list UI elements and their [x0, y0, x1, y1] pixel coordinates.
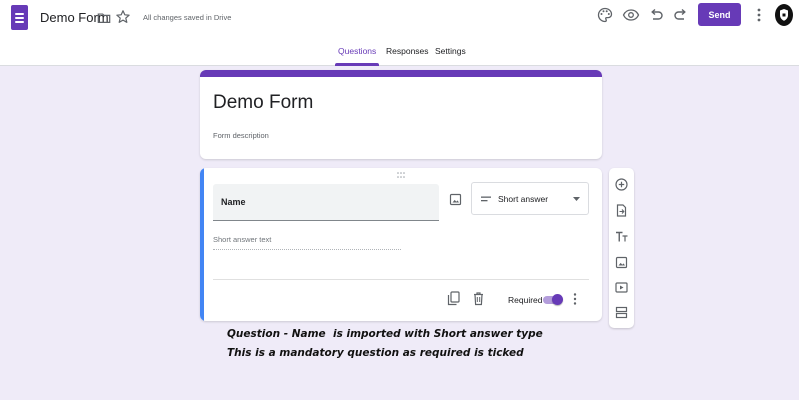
- annotation-line-2: This is a mandatory question as required…: [227, 347, 524, 359]
- add-video-icon[interactable]: [615, 281, 628, 294]
- palette-icon[interactable]: [596, 6, 614, 24]
- avatar-shield-icon: [780, 9, 788, 21]
- add-question-icon[interactable]: [615, 178, 628, 191]
- annotation-line-1: Question - Name is imported with Short a…: [227, 328, 543, 340]
- redo-icon[interactable]: [672, 6, 690, 24]
- delete-icon[interactable]: [472, 291, 485, 306]
- title-card-accent: [200, 70, 602, 77]
- toggle-knob: [552, 294, 563, 305]
- answer-placeholder: Short answer text: [213, 235, 272, 244]
- tab-responses[interactable]: Responses: [386, 46, 429, 56]
- save-status: All changes saved in Drive: [143, 13, 232, 22]
- drag-handle-icon[interactable]: [396, 171, 406, 179]
- send-button[interactable]: Send: [698, 3, 741, 26]
- import-questions-icon[interactable]: [615, 204, 628, 217]
- form-description-field[interactable]: Form description: [213, 131, 269, 140]
- question-more-icon[interactable]: [572, 292, 578, 306]
- add-section-icon[interactable]: [615, 306, 628, 319]
- undo-icon[interactable]: [647, 6, 665, 24]
- required-toggle[interactable]: [543, 294, 563, 305]
- top-bar: Demo Form All changes saved in Drive Sen…: [0, 0, 799, 66]
- question-title-text: Name: [221, 197, 246, 207]
- add-title-icon[interactable]: [615, 230, 628, 243]
- required-label: Required: [508, 295, 543, 305]
- question-type-select[interactable]: Short answer: [471, 182, 589, 215]
- side-toolbar: [609, 168, 634, 328]
- answer-underline: [213, 249, 401, 250]
- short-text-icon: [481, 196, 491, 202]
- active-tab-indicator: [335, 63, 379, 66]
- folder-icon[interactable]: [97, 11, 111, 25]
- more-vert-icon[interactable]: [754, 6, 764, 24]
- card-divider: [213, 279, 589, 280]
- form-title-card: Demo Form Form description: [200, 70, 602, 159]
- duplicate-icon[interactable]: [447, 291, 460, 306]
- question-title-input[interactable]: Name: [213, 184, 439, 221]
- tab-settings[interactable]: Settings: [435, 46, 466, 56]
- tab-questions[interactable]: Questions: [338, 46, 376, 56]
- question-card[interactable]: Name Short answer Short answer text Requ…: [200, 168, 602, 321]
- annotation-note: Question - Name is imported with Short a…: [227, 325, 543, 363]
- avatar[interactable]: [775, 4, 793, 26]
- form-title-field[interactable]: Demo Form: [213, 92, 313, 114]
- tab-bar: Questions Responses Settings: [0, 44, 799, 66]
- caret-down-icon: [573, 197, 580, 201]
- question-type-label: Short answer: [498, 194, 549, 204]
- add-image-icon[interactable]: [615, 256, 628, 269]
- preview-eye-icon[interactable]: [622, 6, 640, 24]
- forms-logo-icon[interactable]: [11, 5, 28, 30]
- active-card-indicator: [200, 168, 204, 321]
- star-icon[interactable]: [115, 9, 131, 25]
- add-image-icon[interactable]: [449, 193, 462, 206]
